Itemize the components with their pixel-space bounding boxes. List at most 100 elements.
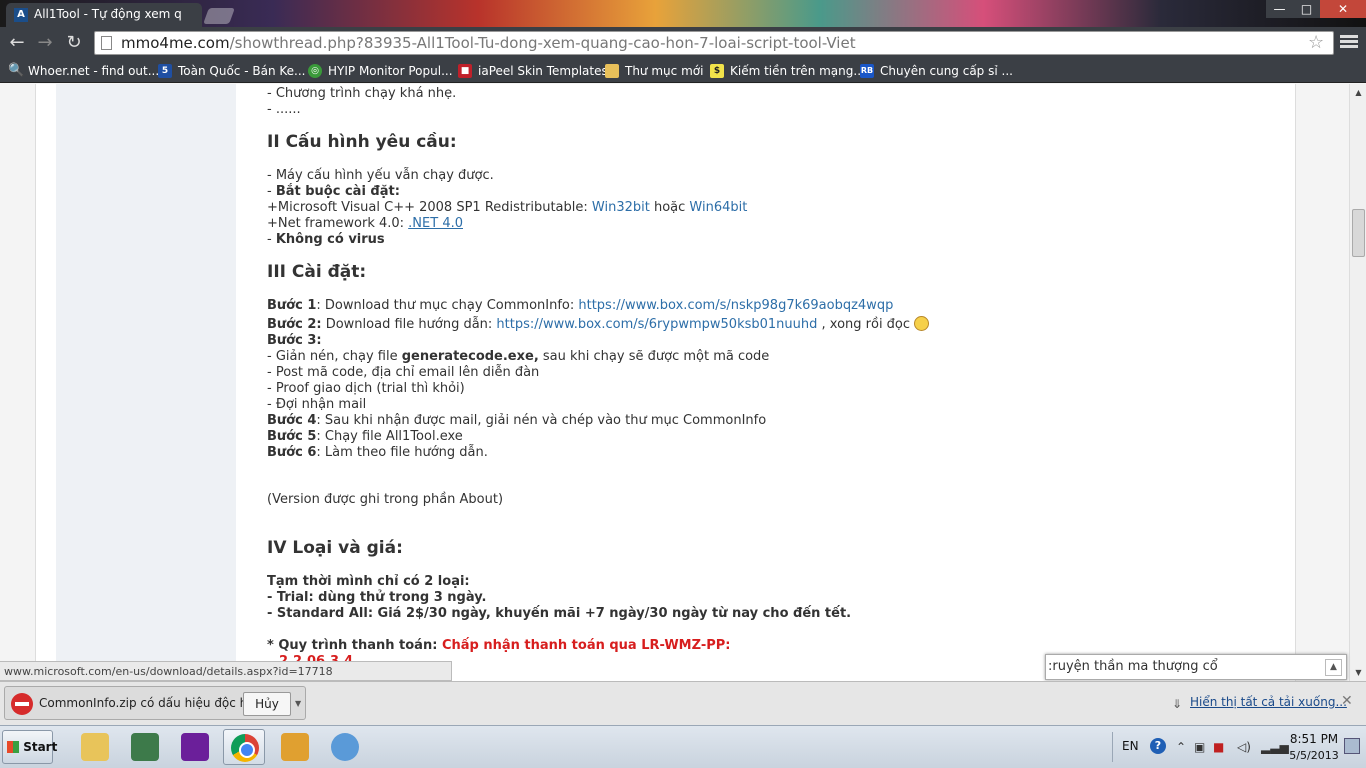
show-all-downloads-link[interactable]: Hiển thị tất cả tải xuống...: [1170, 695, 1347, 709]
windows-flag-icon: [7, 741, 19, 753]
close-window-button[interactable]: ✕: [1320, 0, 1366, 18]
browser-toolbar: ← → ↻ mmo4me.com/showthread.php?83935-Al…: [0, 27, 1366, 59]
price-line: - Trial: dùng thử trong 3 ngày.: [267, 590, 487, 605]
menu-icon[interactable]: [1340, 33, 1358, 51]
download-shelf: CommonInfo.zip có dấu hiệu độc hại. Hủy …: [0, 681, 1366, 725]
chevron-down-icon[interactable]: ▼: [295, 692, 305, 716]
vertical-scrollbar[interactable]: ▲ ▼: [1349, 84, 1366, 681]
version-note: (Version được ghi trong phần About): [267, 492, 504, 507]
bookmark-label: Chuyên cung cấp sỉ ...: [880, 64, 1013, 78]
win64bit-link[interactable]: Win64bit: [689, 200, 747, 215]
scroll-up-icon[interactable]: ▲: [1350, 84, 1366, 101]
bookmark-label: iaPeel Skin Templates: [478, 64, 608, 78]
text-line: - Không có virus: [267, 232, 385, 247]
tray-app-icon[interactable]: ▣: [1194, 740, 1205, 754]
reload-icon[interactable]: ↻: [63, 33, 85, 53]
tray-separator: [1112, 732, 1113, 762]
find-bar: :ruyện thần ma thượng cổ ▲: [1045, 654, 1347, 680]
bookmark-chuyen-cung-cap[interactable]: RB Chuyên cung cấp sỉ ...: [860, 62, 1013, 80]
net40-link[interactable]: .NET 4.0: [408, 216, 463, 231]
page-viewport: - Chương trình chạy khá nhẹ. - ...... II…: [0, 84, 1349, 681]
status-url-bubble: www.microsoft.com/en-us/download/details…: [0, 661, 452, 681]
bookmark-label: HYIP Monitor Popul...: [328, 64, 453, 78]
back-arrow-icon[interactable]: ←: [6, 33, 28, 53]
taskbar-chrome[interactable]: [223, 729, 265, 765]
step-line: Bước 5: Chạy file All1Tool.exe: [267, 429, 463, 444]
5-icon: 5: [158, 64, 172, 78]
bookmark-label: Kiếm tiền trên mạng...: [730, 64, 865, 78]
bookmark-kiem-tien[interactable]: $ Kiếm tiền trên mạng...: [710, 62, 865, 80]
monitor-icon: [131, 733, 159, 761]
win32bit-link[interactable]: Win32bit: [592, 200, 650, 215]
find-previous-button[interactable]: ▲: [1325, 659, 1342, 676]
rb-icon: RB: [860, 64, 874, 78]
bookmark-hyip[interactable]: ◎ HYIP Monitor Popul...: [308, 62, 453, 80]
clock-time[interactable]: 8:51 PM: [1289, 732, 1339, 746]
danger-icon: [11, 693, 33, 715]
clock-date[interactable]: 5/5/2013: [1287, 749, 1341, 762]
download-warning-text: CommonInfo.zip có dấu hiệu độc hại.: [39, 696, 262, 710]
close-icon[interactable]: ✕: [1341, 693, 1353, 709]
network-icon[interactable]: ▂▃▅: [1261, 740, 1289, 754]
tab-title: All1Tool - Tự động xem q: [34, 7, 182, 21]
post-sidebar: [56, 84, 236, 681]
start-button[interactable]: Start: [2, 730, 57, 764]
volume-icon[interactable]: ◁): [1237, 740, 1251, 754]
yahoo-messenger-icon: [181, 733, 209, 761]
step-line: - Proof giao dịch (trial thì khỏi): [267, 381, 465, 396]
browser-tab[interactable]: A All1Tool - Tự động xem q: [6, 3, 202, 27]
bookmark-label: Thư mục mới: [625, 64, 704, 78]
folder-icon: [605, 64, 619, 78]
taskbar-monitor[interactable]: [124, 729, 166, 765]
help-icon[interactable]: ?: [1150, 738, 1166, 754]
forward-arrow-icon[interactable]: →: [34, 33, 56, 53]
price-line: Tạm thời mình chỉ có 2 loại:: [267, 574, 470, 589]
cancel-download-button[interactable]: Hủy: [243, 692, 291, 716]
bookmark-iapeel[interactable]: ■ iaPeel Skin Templates: [458, 62, 608, 80]
title-bar: A All1Tool - Tự động xem q — □ ✕: [0, 0, 1366, 27]
show-desktop-button[interactable]: [1344, 738, 1360, 754]
step-line: Bước 2: Download file hướng dẫn: https:/…: [267, 316, 930, 333]
tray-expand-icon[interactable]: ⌃: [1176, 740, 1186, 754]
step-line: - Đợi nhận mail: [267, 397, 367, 412]
chrome-icon: [231, 734, 259, 762]
bookmark-folder[interactable]: Thư mục mới: [605, 62, 703, 80]
bookmark-whoer[interactable]: 🔍 Whoer.net - find out...: [8, 62, 159, 80]
step-line: - Giản nén, chạy file generatecode.exe, …: [267, 349, 770, 364]
page-icon: [101, 36, 112, 50]
bookmark-star-icon[interactable]: ☆: [1308, 32, 1324, 53]
bookmarks-bar: 🔍 Whoer.net - find out... 5 Toàn Quốc - …: [0, 59, 1366, 83]
taskbar-yahoo-messenger[interactable]: [174, 729, 216, 765]
dollar-icon: $: [710, 64, 724, 78]
section-heading: III Cài đặt:: [267, 262, 367, 282]
language-indicator[interactable]: EN: [1122, 739, 1139, 753]
bullet-line: - Chương trình chạy khá nhẹ.: [267, 86, 457, 101]
taskbar-tools[interactable]: [274, 729, 316, 765]
address-bar[interactable]: mmo4me.com/showthread.php?83935-All1Tool…: [94, 31, 1334, 55]
url-host: mmo4me.com: [121, 34, 230, 52]
tools-icon: [281, 733, 309, 761]
guide-link[interactable]: https://www.box.com/s/6rypwmpw50ksb01nuu…: [496, 317, 817, 332]
text-line: +Microsoft Visual C++ 2008 SP1 Redistrib…: [267, 200, 748, 215]
scroll-down-icon[interactable]: ▼: [1350, 664, 1366, 681]
bullet-line: - ......: [267, 102, 301, 117]
section-heading: IV Loại và giá:: [267, 538, 403, 558]
step-line: Bước 4: Sau khi nhận được mail, giải nén…: [267, 413, 767, 428]
step-line: - Post mã code, địa chỉ email lên diễn đ…: [267, 365, 540, 380]
download-item[interactable]: CommonInfo.zip có dấu hiệu độc hại. Hủy …: [4, 686, 306, 720]
maximize-button[interactable]: □: [1293, 0, 1320, 18]
taskbar-explorer[interactable]: [74, 729, 116, 765]
smiley-icon: [914, 316, 930, 331]
scroll-thumb[interactable]: [1352, 209, 1365, 257]
minimize-button[interactable]: —: [1266, 0, 1293, 18]
text-line: - Máy cấu hình yếu vẫn chạy được.: [267, 168, 494, 183]
new-tab-button[interactable]: [203, 8, 235, 24]
antivirus-icon[interactable]: ■: [1213, 740, 1224, 754]
find-input[interactable]: :ruyện thần ma thượng cổ: [1048, 659, 1218, 674]
bookmark-toan-quoc[interactable]: 5 Toàn Quốc - Bán Ke...: [158, 62, 305, 80]
commoninfo-link[interactable]: https://www.box.com/s/nskp98g7k69aobqz4w…: [578, 298, 893, 313]
paint-icon: [331, 733, 359, 761]
hyip-icon: ◎: [308, 64, 322, 78]
taskbar-paint[interactable]: [324, 729, 366, 765]
bookmark-label: Whoer.net - find out...: [28, 64, 160, 78]
